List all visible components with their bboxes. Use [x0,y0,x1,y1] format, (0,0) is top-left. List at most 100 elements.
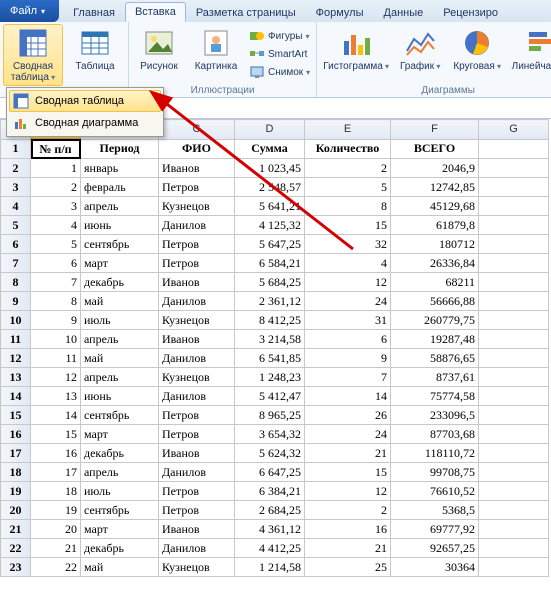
cell[interactable] [479,368,549,387]
cell[interactable] [479,197,549,216]
cell[interactable]: 30364 [391,558,479,577]
cell[interactable]: 3 [31,197,81,216]
cell[interactable]: 12 [31,368,81,387]
cell[interactable]: апрель [81,197,159,216]
row-header[interactable]: 5 [1,216,31,235]
grid-table[interactable]: A B C D E F G 1№ п/пПериодФИОСуммаКоличе… [0,119,549,577]
histogram-button[interactable]: Гистограмма [320,24,392,84]
cell[interactable]: 9 [31,311,81,330]
cell[interactable]: 15 [305,463,391,482]
cell[interactable]: 24 [305,425,391,444]
cell[interactable]: Петров [159,482,235,501]
cell[interactable]: 61879,8 [391,216,479,235]
cell[interactable]: 2 [31,178,81,197]
cell[interactable]: январь [81,159,159,178]
cell[interactable]: 1 248,23 [235,368,305,387]
cell[interactable]: 260779,75 [391,311,479,330]
cell[interactable] [479,216,549,235]
cell[interactable]: 2 684,25 [235,501,305,520]
cell[interactable]: 12 [305,482,391,501]
row-header[interactable]: 15 [1,406,31,425]
cell[interactable] [479,387,549,406]
cell[interactable]: Данилов [159,463,235,482]
pie-chart-button[interactable]: Круговая [448,24,506,84]
smartart-button[interactable]: SmartArt [246,45,313,63]
cell[interactable]: 3 214,58 [235,330,305,349]
row-header[interactable]: 4 [1,197,31,216]
cell[interactable]: декабрь [81,273,159,292]
cell[interactable]: ФИО [159,139,235,159]
cell[interactable]: 8737,61 [391,368,479,387]
cell[interactable]: 76610,52 [391,482,479,501]
cell[interactable] [479,349,549,368]
row-header[interactable]: 23 [1,558,31,577]
cell[interactable]: 21 [305,444,391,463]
cell[interactable]: июнь [81,216,159,235]
cell[interactable]: Иванов [159,520,235,539]
cell[interactable]: 18 [31,482,81,501]
cell[interactable]: 4 [31,216,81,235]
cell[interactable]: 24 [305,292,391,311]
cell[interactable]: 180712 [391,235,479,254]
row-header[interactable]: 10 [1,311,31,330]
cell[interactable]: апрель [81,368,159,387]
row-header[interactable]: 6 [1,235,31,254]
cell[interactable] [479,463,549,482]
cell[interactable] [479,425,549,444]
row-header[interactable]: 20 [1,501,31,520]
cell[interactable]: 14 [31,406,81,425]
cell[interactable]: 1 023,45 [235,159,305,178]
cell[interactable]: сентябрь [81,406,159,425]
cell[interactable]: 5 641,21 [235,197,305,216]
cell[interactable]: 4 412,25 [235,539,305,558]
cell[interactable]: 5 412,47 [235,387,305,406]
cell[interactable]: июль [81,482,159,501]
shapes-button[interactable]: Фигуры [246,27,313,45]
cell[interactable]: Сумма [235,139,305,159]
cell[interactable]: 69777,92 [391,520,479,539]
cell[interactable] [479,292,549,311]
cell[interactable]: Период [81,139,159,159]
cell[interactable]: 4 125,32 [235,216,305,235]
tab-home[interactable]: Главная [63,3,125,22]
cell[interactable]: 5368,5 [391,501,479,520]
clipart-button[interactable]: Картинка [188,24,244,84]
row-header[interactable]: 22 [1,539,31,558]
cell[interactable] [479,311,549,330]
cell[interactable]: декабрь [81,444,159,463]
cell[interactable] [479,406,549,425]
cell[interactable]: 5 647,25 [235,235,305,254]
cell[interactable]: 45129,68 [391,197,479,216]
cell[interactable]: Иванов [159,444,235,463]
cell[interactable]: 16 [305,520,391,539]
cell[interactable] [479,178,549,197]
cell[interactable]: 2 361,12 [235,292,305,311]
cell[interactable]: 7 [31,273,81,292]
cell[interactable]: Данилов [159,387,235,406]
cell[interactable] [479,444,549,463]
cell[interactable]: 9 [305,349,391,368]
row-header[interactable]: 2 [1,159,31,178]
tab-insert[interactable]: Вставка [125,2,186,22]
pivot-table-button[interactable]: Сводная таблица [3,24,63,86]
cell[interactable]: Петров [159,254,235,273]
tab-review[interactable]: Рецензиро [433,3,508,22]
row-header[interactable]: 14 [1,387,31,406]
cell[interactable]: июль [81,311,159,330]
cell[interactable]: Петров [159,178,235,197]
cell[interactable]: март [81,254,159,273]
row-header[interactable]: 11 [1,330,31,349]
cell[interactable]: 12 [305,273,391,292]
cell[interactable] [479,235,549,254]
cell[interactable]: 22 [31,558,81,577]
col-header-C[interactable]: C [159,120,235,140]
row-header[interactable]: 7 [1,254,31,273]
cell[interactable]: 21 [31,539,81,558]
col-header-F[interactable]: F [391,120,479,140]
cell[interactable]: 26336,84 [391,254,479,273]
cell[interactable] [479,254,549,273]
tab-formulas[interactable]: Формулы [306,3,374,22]
cell[interactable]: 6 584,21 [235,254,305,273]
cell[interactable]: Кузнецов [159,197,235,216]
cell[interactable]: ВСЕГО [391,139,479,159]
